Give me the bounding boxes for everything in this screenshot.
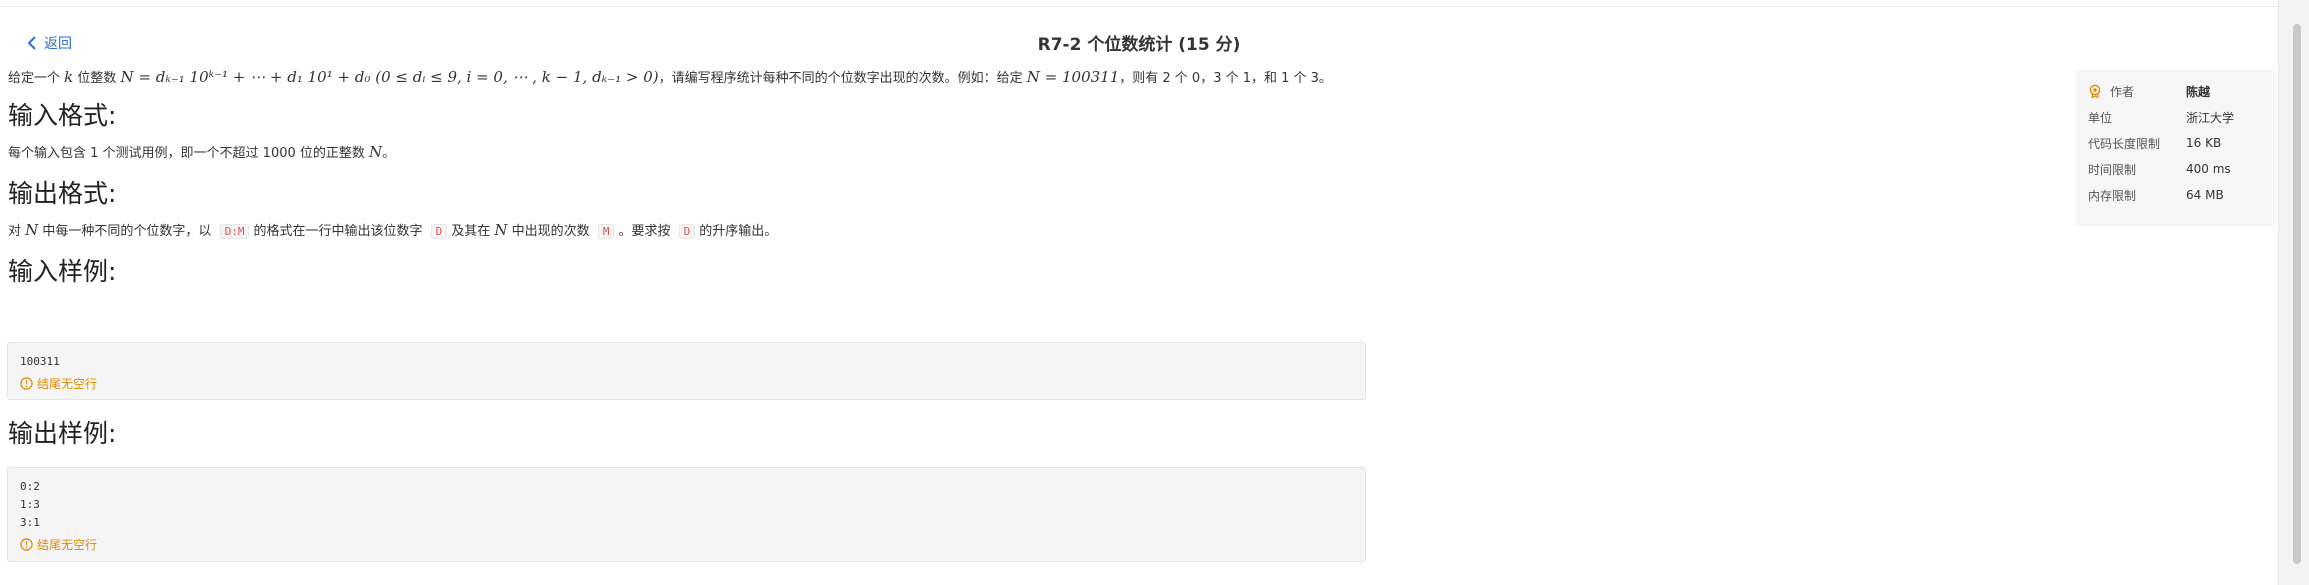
output-format-heading: 输出格式: (8, 179, 117, 208)
text: 的升序输出。 (699, 224, 778, 239)
text: 。要求按 (618, 224, 671, 239)
medal-icon (2089, 84, 2101, 98)
time-limit-value: 400 ms (2186, 162, 2231, 176)
info-row-author: 作者 陈越 (2088, 81, 2268, 101)
sample-input-code[interactable]: 100311 (8, 343, 1365, 371)
info-label: 作者 (2088, 83, 2134, 100)
text: 及其在 (451, 224, 491, 239)
math-n: N (25, 221, 39, 239)
alert-circle-icon (20, 537, 33, 551)
text: 的格式在一行中输出该位数字 (253, 224, 423, 239)
description-text: ，则有 2 个 0，3 个 1，和 1 个 3。 (1119, 71, 1332, 86)
sample-output-block[interactable]: 0:2 1:3 3:1 结尾无空行 (7, 467, 1366, 562)
math-n: N (369, 143, 383, 161)
info-row-time-limit: 时间限制 400 ms (2088, 159, 2268, 179)
inline-code: M (597, 224, 615, 239)
problem-info-panel: 作者 陈越 单位 浙江大学 代码长度限制 16 KB 时间限制 400 ms 内… (2076, 70, 2276, 226)
mem-limit-label: 内存限制 (2088, 188, 2137, 203)
text: 每个输入包含 1 个测试用例，即一个不超过 1000 位的正整数 (8, 146, 365, 161)
output-format-text: 对 N 中每一种不同的个位数字，以 D:M 的格式在一行中输出该位数字 D 及其在 … (8, 219, 1368, 243)
org-label: 单位 (2088, 110, 2113, 125)
sample-input-note: 结尾无空行 (8, 371, 1365, 393)
text: 中出现的次数 (511, 224, 590, 239)
alert-circle-icon (20, 376, 33, 390)
sample-output-code[interactable]: 0:2 1:3 3:1 (8, 468, 1365, 532)
problem-description: 给定一个 k 位整数 N = dₖ₋₁ 10ᵏ⁻¹ + ⋯ + d₁ 10¹ +… (8, 66, 1368, 88)
time-limit-label: 时间限制 (2088, 162, 2137, 177)
math-n: N (494, 221, 508, 239)
note-text: 结尾无空行 (37, 376, 98, 391)
math-formula: N = dₖ₋₁ 10ᵏ⁻¹ + ⋯ + d₁ 10¹ + d₀ (0 ≤ dᵢ… (120, 68, 659, 86)
text: 对 (8, 224, 22, 239)
org-value: 浙江大学 (2186, 110, 2235, 125)
description-text: 给定一个 (8, 71, 61, 86)
sample-input-heading: 输入样例: (8, 257, 117, 286)
math-example: N = 100311 (1026, 68, 1120, 86)
info-row-org: 单位 浙江大学 (2088, 107, 2268, 127)
scrollbar-thumb[interactable] (2293, 24, 2301, 564)
sample-output-note: 结尾无空行 (8, 532, 1365, 554)
input-format-text: 每个输入包含 1 个测试用例，即一个不超过 1000 位的正整数 N。 (8, 141, 1368, 165)
problem-content: 给定一个 k 位整数 N = dₖ₋₁ 10ᵏ⁻¹ + ⋯ + d₁ 10¹ +… (8, 66, 1368, 290)
sample-input-block[interactable]: 100311 结尾无空行 (7, 342, 1366, 400)
code-limit-label: 代码长度限制 (2088, 136, 2161, 151)
page-title: R7-2 个位数统计 (15 分) (1037, 35, 1241, 55)
inline-code: D:M (219, 224, 250, 239)
code-limit-value: 16 KB (2186, 136, 2222, 150)
note-text: 结尾无空行 (37, 537, 98, 552)
top-divider (0, 6, 2278, 7)
description-text: ，请编写程序统计每种不同的个位数字出现的次数。例如：给定 (658, 71, 1023, 86)
description-text: 位整数 (77, 71, 117, 86)
author-label: 作者 (2110, 84, 2135, 99)
input-format-heading: 输入格式: (8, 101, 117, 130)
text: 。 (382, 146, 396, 161)
info-row-mem-limit: 内存限制 64 MB (2088, 185, 2268, 205)
info-row-code-limit: 代码长度限制 16 KB (2088, 133, 2268, 153)
author-value: 陈越 (2186, 84, 2211, 99)
inline-code: D (430, 224, 448, 239)
math-k: k (64, 68, 74, 86)
sample-output-heading: 输出样例: (8, 419, 117, 448)
mem-limit-value: 64 MB (2186, 188, 2224, 202)
text: 中每一种不同的个位数字，以 (42, 224, 212, 239)
inline-code: D (678, 224, 696, 239)
